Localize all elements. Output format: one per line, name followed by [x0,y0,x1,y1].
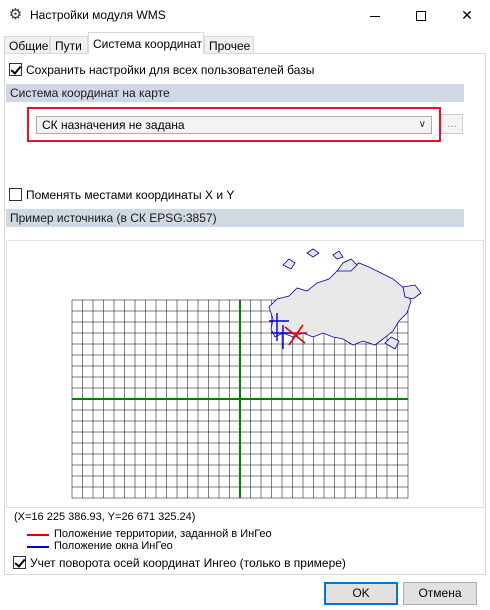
swap-xy-checkbox[interactable] [9,188,22,201]
swap-xy-label: Поменять местами координаты X и Y [26,188,235,202]
preview-map [71,248,422,499]
territory-legend-swatch [27,534,49,536]
coordinates-readout: (X=16 225 386.93, Y=26 671 325.24) [14,511,196,523]
maximize-button[interactable] [398,0,444,30]
minimize-button[interactable] [352,0,398,30]
window-legend-label: Положение окна ИнГео [54,540,173,552]
map-cs-section-header: Система координат на карте [6,84,464,102]
tab-general[interactable]: Общие [4,36,50,54]
title-bar: ⚙ Настройки модуля WMS ✕ [0,0,490,30]
source-preview [6,240,484,508]
chevron-down-icon: ∨ [418,119,426,130]
browse-cs-button[interactable]: ... [441,114,463,134]
world-map-outline [268,248,422,350]
coordinate-system-value: СК назначения не задана [42,118,185,132]
gear-icon: ⚙ [8,6,23,23]
tab-other[interactable]: Прочее [204,36,254,54]
coordinate-system-select[interactable]: СК назначения не задана ∨ [36,116,432,134]
window-legend-swatch [27,546,49,548]
save-for-all-label: Сохранить настройки для всех пользовател… [26,63,315,77]
ok-button[interactable]: OK [324,582,398,605]
tab-coordinate-system[interactable]: Система координат [88,32,204,54]
highlight-frame: СК назначения не задана ∨ [27,107,441,142]
cancel-button[interactable]: Отмена [403,582,477,605]
minimize-icon [370,15,380,17]
source-section-header: Пример источника (в СК EPSG:3857) [6,209,464,227]
maximize-icon [416,11,426,22]
rotation-label: Учет поворота осей координат Ингео (толь… [30,556,346,570]
tab-paths[interactable]: Пути [50,36,88,54]
save-for-all-checkbox[interactable] [9,63,22,76]
rotation-checkbox[interactable] [13,556,26,569]
close-icon: ✕ [461,7,473,23]
window-title: Настройки модуля WMS [30,8,166,22]
close-button[interactable]: ✕ [444,0,490,30]
territory-legend-label: Положение территории, заданной в ИнГео [54,528,272,540]
